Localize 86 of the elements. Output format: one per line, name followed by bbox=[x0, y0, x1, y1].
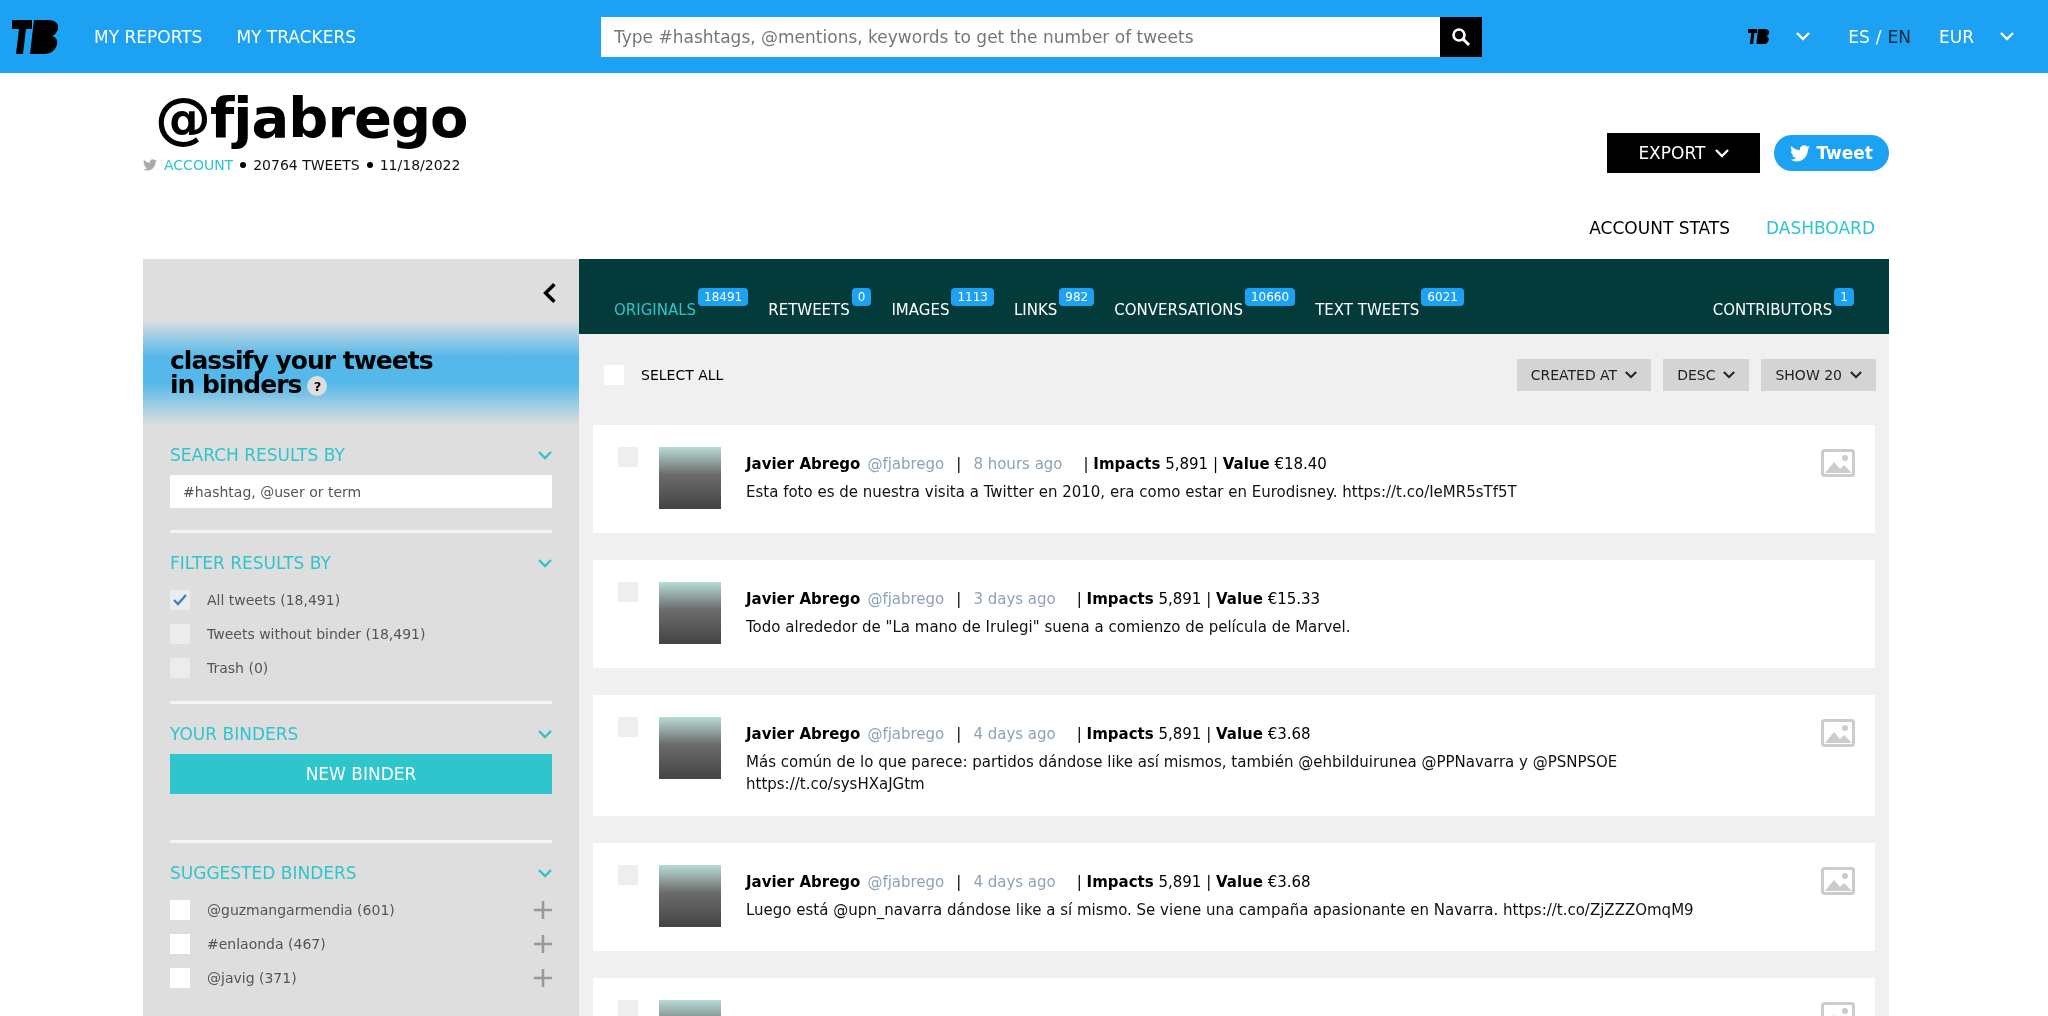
chevron-down-icon bbox=[538, 868, 552, 878]
count-badge: 18491 bbox=[698, 288, 749, 306]
checkbox[interactable] bbox=[170, 590, 190, 610]
tab[interactable]: RETWEETS bbox=[768, 301, 850, 319]
count-badge: 10660 bbox=[1244, 288, 1296, 306]
checkbox[interactable] bbox=[170, 968, 190, 988]
tab[interactable]: IMAGES bbox=[891, 301, 950, 319]
tweet-text: Más común de lo que parece: partidos dándose like así mismos, también @ehbilduirunea @PPNavarra y @PSNPSOE https://t.co/sysHXaJGtm bbox=[746, 752, 1619, 795]
image-icon[interactable] bbox=[1821, 719, 1855, 747]
author-name[interactable]: Javier Abrego bbox=[746, 872, 861, 891]
account-handle: @fjabrego bbox=[155, 87, 468, 149]
photo-placeholder bbox=[659, 864, 721, 927]
tweet-time: 8 hours ago bbox=[973, 455, 1063, 473]
filter-option[interactable]: All tweets (18,491) bbox=[207, 592, 341, 608]
tweet-stats: | Impacts 5,891 | Value €3.68 bbox=[1076, 872, 1311, 891]
filter-search-field[interactable]: #hashtag, @user or term bbox=[170, 475, 552, 508]
logo[interactable] bbox=[12, 19, 60, 54]
tweet-text: Luego está @upn_navarra dándose like a sí mismo. Se viene una campaña apasionante en Navarra. https://t.co/ZjZZZOmqM9 bbox=[746, 899, 1695, 921]
tweet-text: Todo alrededor de "La mano de Irulegi" suena a comienzo de película de Marvel. bbox=[746, 617, 1352, 638]
bird-icon bbox=[1790, 144, 1811, 162]
tweet-stats: | Impacts 5,891 | Value €15.33 bbox=[1076, 590, 1321, 608]
separator: | bbox=[956, 872, 962, 891]
suggested-binder[interactable]: @javig (371) bbox=[207, 970, 297, 986]
tweet-time: 3 days ago bbox=[973, 590, 1056, 608]
tweet-stats: | Impacts 5,891 | Value €3.68 bbox=[1076, 725, 1311, 743]
photo-placeholder bbox=[659, 717, 721, 779]
tab[interactable]: TEXT TWEETS bbox=[1315, 301, 1420, 319]
tweet-stats: | Impacts 5,891 | Value €18.40 bbox=[1083, 455, 1327, 473]
separator: | bbox=[956, 590, 962, 608]
separator: | bbox=[956, 455, 962, 473]
count-badge: 0 bbox=[851, 288, 872, 306]
tab[interactable]: LINKS bbox=[1014, 301, 1058, 319]
tab[interactable]: CONTRIBUTORS bbox=[1712, 301, 1833, 319]
chevron-down-icon bbox=[1850, 370, 1862, 379]
image-icon[interactable] bbox=[1821, 449, 1855, 477]
sort-dropdown[interactable]: DESC bbox=[1663, 358, 1750, 391]
author-name[interactable]: Javier Abrego bbox=[746, 590, 861, 608]
photo-placeholder bbox=[659, 582, 721, 644]
sidebar-title: classify your tweets bbox=[170, 348, 433, 373]
sort-dropdown[interactable]: SHOW 20 bbox=[1761, 358, 1876, 391]
checkbox[interactable] bbox=[170, 934, 190, 954]
plus-icon[interactable] bbox=[534, 935, 552, 953]
search-field[interactable]: Type #hashtags, @mentions, keywords to get the number of tweets bbox=[601, 16, 1440, 57]
tweet-time: 4 days ago bbox=[973, 725, 1056, 743]
chevron-down-icon bbox=[1723, 370, 1736, 379]
chevron-down-icon bbox=[2000, 32, 2014, 41]
image-icon[interactable] bbox=[1821, 866, 1855, 895]
suggested-binder[interactable]: @guzmangarmendia (601) bbox=[207, 902, 395, 918]
sort-dropdown[interactable]: CREATED AT bbox=[1516, 358, 1652, 391]
chevron-left-icon[interactable] bbox=[543, 281, 557, 304]
account-date: 11/18/2022 bbox=[379, 156, 461, 173]
chevron-down-icon bbox=[538, 450, 552, 460]
search-icon bbox=[1451, 26, 1471, 47]
count-badge: 982 bbox=[1059, 288, 1095, 306]
tweet-time: 4 days ago bbox=[973, 872, 1056, 891]
export-button[interactable]: EXPORT bbox=[1607, 133, 1761, 173]
photo-placeholder bbox=[659, 447, 721, 509]
plus-icon[interactable] bbox=[534, 969, 552, 987]
select-all-label[interactable]: SELECT ALL bbox=[641, 366, 724, 383]
author-name[interactable]: Javier Abrego bbox=[746, 455, 861, 473]
bird-icon bbox=[143, 158, 157, 171]
language-separator: / bbox=[1875, 26, 1882, 47]
chevron-down-icon bbox=[1796, 32, 1811, 41]
author-name[interactable]: Javier Abrego bbox=[746, 725, 861, 743]
tab[interactable]: CONVERSATIONS bbox=[1114, 301, 1243, 319]
count-badge: 1113 bbox=[951, 288, 994, 306]
suggested-binder[interactable]: #enlaonda (467) bbox=[207, 936, 326, 952]
language-link[interactable]: EN bbox=[1887, 26, 1911, 47]
filter-option[interactable]: Trash (0) bbox=[207, 660, 269, 676]
tweet-count: 20764 TWEETS bbox=[253, 156, 360, 173]
plus-icon[interactable] bbox=[534, 901, 552, 919]
chevron-down-icon bbox=[1715, 148, 1730, 158]
filter-option[interactable]: Tweets without binder (18,491) bbox=[207, 626, 426, 642]
chevron-down-icon bbox=[538, 729, 552, 739]
chevron-down-icon bbox=[538, 558, 552, 568]
search-button[interactable] bbox=[1440, 16, 1482, 57]
count-badge: 6021 bbox=[1421, 288, 1464, 306]
count-badge: 1 bbox=[1834, 288, 1854, 306]
tweet-text: Esta foto es de nuestra visita a Twitter en 2010, era como estar en Eurodisney. https://t.co/IeMR5sTf5T bbox=[746, 482, 1518, 503]
separator: | bbox=[956, 725, 962, 743]
tab[interactable]: ORIGINALS bbox=[614, 301, 697, 319]
help-badge[interactable]: ? bbox=[307, 376, 328, 397]
checkbox[interactable] bbox=[170, 900, 190, 920]
chevron-down-icon bbox=[1625, 370, 1638, 379]
logo-menu-icon[interactable] bbox=[1748, 28, 1771, 45]
view-tab[interactable]: ACCOUNT STATS bbox=[1589, 218, 1730, 259]
